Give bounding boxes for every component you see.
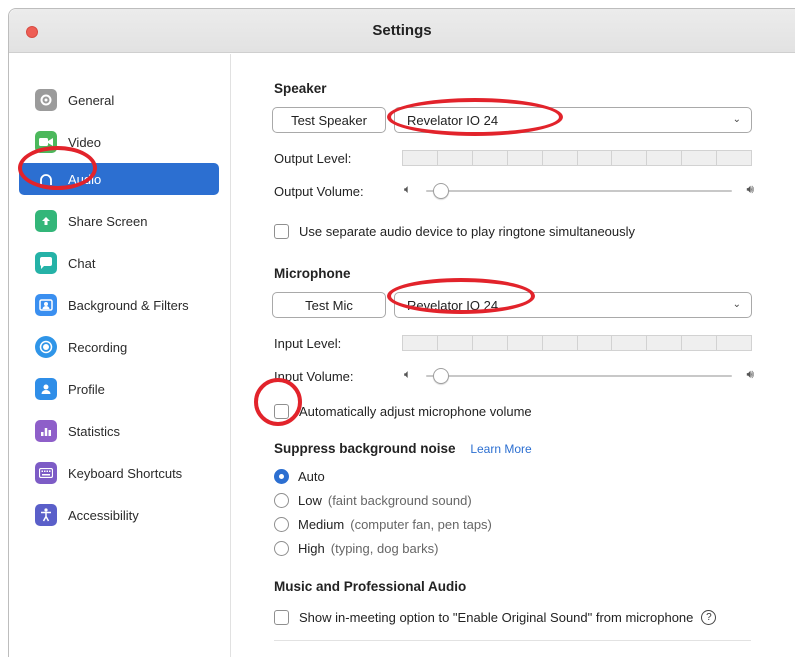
sidebar-item-profile[interactable]: Profile [19,373,219,405]
video-camera-icon [35,131,57,153]
noise-option-high[interactable]: High (typing, dog barks) [274,541,438,556]
record-icon [35,336,57,358]
sidebar-item-label: Profile [68,381,105,397]
input-level-label: Input Level: [274,336,342,351]
sidebar-item-share-screen[interactable]: Share Screen [19,205,219,237]
original-sound-row[interactable]: Show in-meeting option to "Enable Origin… [274,610,717,625]
separate-ringtone-label: Use separate audio device to play ringto… [299,224,636,239]
input-volume-slider[interactable]: 🔈︎ 🔊︎ [402,366,754,386]
sidebar-item-label: Audio [68,171,102,187]
sidebar-item-label: Video [68,134,102,150]
separate-ringtone-checkbox[interactable] [274,224,289,239]
noise-option-label: High [298,541,325,556]
test-speaker-button[interactable]: Test Speaker [272,107,386,133]
sidebar-item-recording[interactable]: Recording [19,331,219,363]
microphone-heading: Microphone [274,266,351,281]
speaker-device-select[interactable]: Revelator IO 24 ⌄ [394,107,752,133]
speaker-low-icon: 🔈︎ [404,182,412,196]
help-icon[interactable]: ? [701,610,717,625]
sidebar-item-video[interactable]: Video [19,126,219,158]
sidebar-item-keyboard-shortcuts[interactable]: Keyboard Shortcuts [19,457,219,489]
noise-option-low[interactable]: Low (faint background sound) [274,493,472,508]
profile-icon [35,378,57,400]
sidebar-item-label: Statistics [68,423,121,439]
noise-option-hint: (computer fan, pen taps) [350,517,492,532]
noise-low-radio[interactable] [274,493,289,508]
gear-icon [35,89,57,111]
auto-adjust-mic-row[interactable]: Automatically adjust microphone volume [274,404,532,419]
noise-option-hint: (typing, dog barks) [330,541,439,556]
noise-option-label: Medium [298,517,345,532]
window-title: Settings [372,22,432,39]
noise-option-medium[interactable]: Medium (computer fan, pen taps) [274,517,492,532]
noise-option-hint: (faint background sound) [327,493,472,508]
noise-auto-radio[interactable] [274,469,289,484]
sidebar-item-label: Recording [68,339,128,355]
speaker-heading: Speaker [274,81,327,96]
sidebar-item-label: Accessibility [68,507,139,523]
speaker-device-value: Revelator IO 24 [407,112,499,128]
sidebar-item-label: Chat [68,255,96,271]
speaker-high-icon: 🔊︎ [746,182,754,196]
output-volume-slider[interactable]: 🔈︎ 🔊︎ [402,181,754,201]
microphone-device-value: Revelator IO 24 [407,297,499,313]
chevron-down-icon: ⌄ [732,114,741,125]
input-volume-label: Input Volume: [274,369,354,384]
section-divider [274,640,751,641]
chat-bubble-icon [35,252,57,274]
separate-ringtone-row[interactable]: Use separate audio device to play ringto… [274,224,635,239]
share-screen-icon [35,210,57,232]
noise-suppression-heading: Suppress background noise Learn More [274,441,532,456]
noise-high-radio[interactable] [274,541,289,556]
noise-option-label: Low [298,493,322,508]
noise-medium-radio[interactable] [274,517,289,532]
speaker-low-icon: 🔈︎ [404,367,412,381]
background-icon [35,294,57,316]
input-level-meter [402,335,753,351]
title-bar: Settings [9,9,795,53]
settings-window: Settings General Video Audio Share Scree… [8,8,795,657]
sidebar-item-chat[interactable]: Chat [19,247,219,279]
headphones-icon [35,168,57,190]
accessibility-icon [35,504,57,526]
test-mic-button[interactable]: Test Mic [272,292,386,318]
noise-suppression-title: Suppress background noise [274,441,456,456]
sidebar-item-label: Keyboard Shortcuts [68,465,183,481]
output-volume-knob[interactable] [433,183,450,199]
auto-adjust-mic-label: Automatically adjust microphone volume [299,404,532,419]
music-pro-audio-heading: Music and Professional Audio [274,579,467,594]
sidebar-item-general[interactable]: General [19,84,219,116]
noise-option-label: Auto [298,469,325,484]
sidebar-item-accessibility[interactable]: Accessibility [19,499,219,531]
sidebar-item-label: General [68,92,115,108]
original-sound-label: Show in-meeting option to "Enable Origin… [299,610,694,625]
sidebar-item-background-filters[interactable]: Background & Filters [19,289,219,321]
output-volume-label: Output Volume: [274,184,364,199]
sidebar-item-audio[interactable]: Audio [19,163,219,195]
input-volume-knob[interactable] [433,368,450,384]
keyboard-icon [35,462,57,484]
sidebar-item-label: Background & Filters [68,297,189,313]
auto-adjust-mic-checkbox[interactable] [274,404,289,419]
settings-sidebar: General Video Audio Share Screen Chat Ba… [9,54,231,657]
original-sound-checkbox[interactable] [274,610,289,625]
microphone-device-select[interactable]: Revelator IO 24 ⌄ [394,292,752,318]
audio-settings-panel: Speaker Test Speaker Revelator IO 24 ⌄ O… [232,54,795,657]
sidebar-item-label: Share Screen [68,213,148,229]
sidebar-item-statistics[interactable]: Statistics [19,415,219,447]
noise-option-auto[interactable]: Auto [274,469,325,484]
learn-more-link[interactable]: Learn More [470,442,531,456]
chevron-down-icon: ⌄ [732,299,741,310]
output-level-meter [402,150,753,166]
statistics-icon [35,420,57,442]
output-level-label: Output Level: [274,151,352,166]
speaker-high-icon: 🔊︎ [746,367,754,381]
